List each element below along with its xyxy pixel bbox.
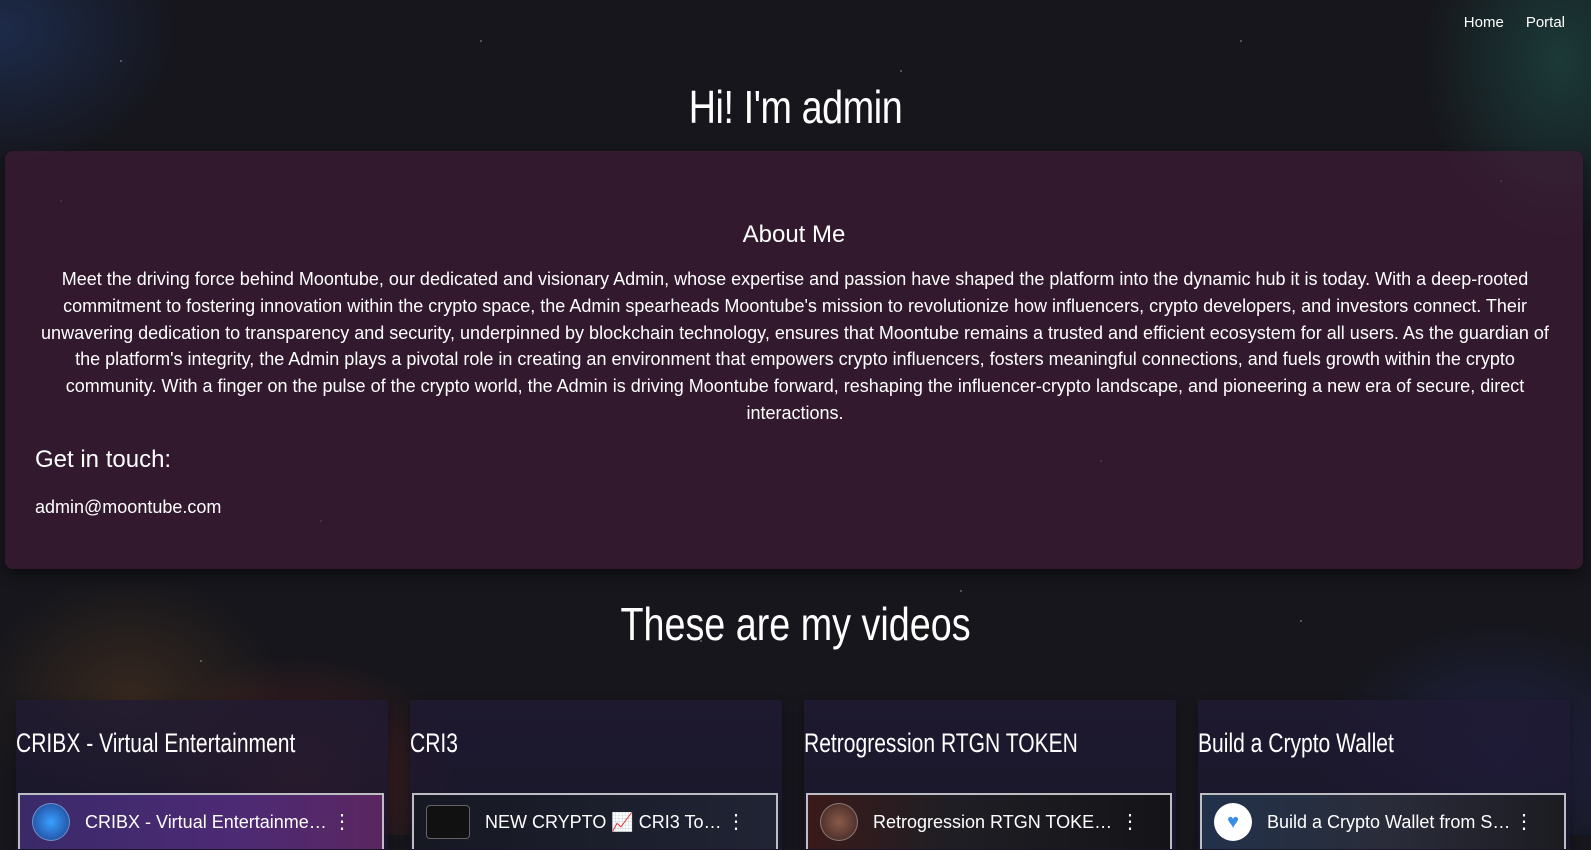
nav-portal-link[interactable]: Portal [1526, 14, 1565, 31]
nav-home-link[interactable]: Home [1464, 14, 1504, 31]
channel-avatar[interactable] [426, 805, 470, 839]
more-vertical-icon[interactable]: ⋮ [1514, 812, 1534, 832]
top-nav: Home Portal [1464, 14, 1565, 31]
video-embed[interactable]: CRIBX - Virtual Entertainmen... ⋮ [18, 793, 384, 849]
about-card: About Me Meet the driving force behind M… [5, 151, 1583, 569]
embed-title[interactable]: Build a Crypto Wallet from Sc... [1267, 812, 1512, 833]
video-card-title: Retrogression RTGN TOKEN [804, 728, 1078, 758]
video-card-title: Build a Crypto Wallet [1198, 728, 1394, 758]
video-embed[interactable]: NEW CRYPTO 📈 CRI3 Token... ⋮ [412, 793, 778, 849]
video-card: CRIBX - Virtual Entertainment CRIBX - Vi… [16, 700, 388, 850]
video-card-title: CRIBX - Virtual Entertainment [16, 728, 296, 758]
embed-title[interactable]: CRIBX - Virtual Entertainmen... [85, 812, 330, 833]
about-text: Meet the driving force behind Moontube, … [41, 269, 1549, 423]
page-title: Hi! I'm admin [688, 81, 903, 133]
video-card: Build a Crypto Wallet Build a Crypto Wal… [1198, 700, 1570, 850]
about-title: About Me [742, 221, 846, 248]
channel-avatar[interactable] [820, 803, 858, 841]
video-card: Retrogression RTGN TOKEN Retrogression R… [804, 700, 1176, 850]
embed-title[interactable]: NEW CRYPTO 📈 CRI3 Token... [485, 812, 726, 833]
more-vertical-icon[interactable]: ⋮ [726, 812, 746, 832]
video-embed[interactable]: Build a Crypto Wallet from Sc... ⋮ [1200, 793, 1566, 849]
contact-email[interactable]: admin@moontube.com [35, 497, 221, 518]
more-vertical-icon[interactable]: ⋮ [332, 812, 352, 832]
channel-avatar[interactable] [1214, 803, 1252, 841]
video-card-title: CRI3 [410, 728, 458, 758]
embed-title[interactable]: Retrogression RTGN TOKEN t... [873, 812, 1118, 833]
channel-avatar[interactable] [32, 803, 70, 841]
more-vertical-icon[interactable]: ⋮ [1120, 812, 1140, 832]
video-card: CRI3 NEW CRYPTO 📈 CRI3 Token... ⋮ [410, 700, 782, 850]
contact-title: Get in touch: [35, 446, 172, 473]
videos-title: These are my videos [620, 598, 971, 650]
video-grid: CRIBX - Virtual Entertainment CRIBX - Vi… [16, 700, 1570, 850]
video-embed[interactable]: Retrogression RTGN TOKEN t... ⋮ [806, 793, 1172, 849]
